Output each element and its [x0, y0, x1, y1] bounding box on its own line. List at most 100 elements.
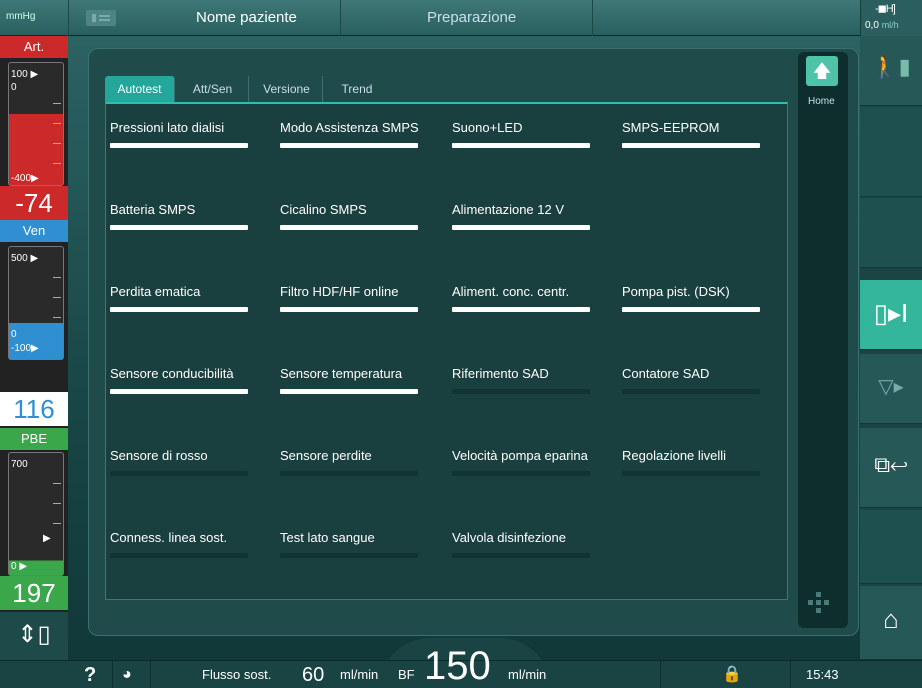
autotest-name: Riferimento SAD — [452, 366, 549, 381]
autotest-name: Cicalino SMPS — [280, 202, 367, 217]
up-arrow-icon[interactable]: 🡅 — [806, 56, 838, 86]
autotest-item: Suono+LED — [452, 120, 612, 148]
lock-icon[interactable]: 🔒 — [722, 661, 742, 688]
bloodline-icon: ▯▸I — [873, 298, 909, 328]
autotest-item: Filtro HDF/HF online — [280, 284, 440, 312]
rate-readout: 0,0 ml/h — [865, 20, 899, 31]
clock-time: 15:43 — [806, 667, 839, 682]
autotest-progress-bar — [452, 307, 590, 312]
autotest-list: Pressioni lato dialisi Modo Assistenza SM… — [105, 102, 788, 600]
tab-trend[interactable]: Trend — [325, 76, 389, 102]
tab-versione[interactable]: Versione — [251, 76, 323, 102]
autotest-item: Conness. linea sost. — [110, 530, 270, 558]
autotest-progress-bar — [452, 553, 590, 558]
autotest-name: Perdita ematica — [110, 284, 201, 299]
pbe-value: 197 — [0, 576, 68, 610]
rate-unit: ml/h — [881, 20, 899, 30]
autotest-progress-bar — [452, 471, 590, 476]
tab-autotest[interactable]: Autotest — [105, 76, 175, 102]
rate-value: 0,0 — [865, 20, 879, 31]
level-adjust-icon[interactable]: ⇕▯ — [0, 612, 68, 660]
pbe-gauge[interactable]: 700 ▶ 0 ▶ — [8, 452, 64, 576]
art-upper-limit: 100 — [11, 69, 28, 80]
autotest-item: SMPS-EEPROM — [622, 120, 782, 148]
empty-button-2[interactable] — [860, 198, 922, 268]
pressure-column: Art. 100 ▶ 0 -400▶ -74 Ven 500 ▶ 0 -100▶… — [0, 36, 68, 660]
autotest-name: Aliment. conc. centr. — [452, 284, 570, 299]
setup-button[interactable]: ▯▸I — [860, 280, 922, 350]
autotest-name: Modo Assistenza SMPS — [280, 120, 419, 135]
home-icon: ⌂ — [883, 604, 899, 634]
autotest-item: Pressioni lato dialisi — [110, 120, 270, 148]
autotest-item: Sensore di rosso — [110, 448, 270, 476]
autotest-item: Alimentazione 12 V — [452, 202, 612, 230]
autotest-name: Alimentazione 12 V — [452, 202, 565, 217]
right-button-column: 🚶▮ ▯▸I ▽▸ ⧉↩ ⌂ — [860, 36, 922, 660]
help-button[interactable]: ? — [84, 661, 96, 688]
bf-value[interactable]: 150 — [424, 643, 491, 688]
autotest-progress-bar — [280, 307, 418, 312]
filter-button[interactable]: ▽▸ — [860, 354, 922, 424]
home-label: Home — [808, 96, 835, 107]
autotest-item: Modo Assistenza SMPS — [280, 120, 440, 148]
grid-dots-icon[interactable] — [808, 592, 832, 616]
ven-value: 116 — [0, 392, 68, 426]
walking-person-button[interactable]: 🚶▮ — [860, 36, 922, 106]
pbe-upper-limit: 700 — [11, 459, 28, 470]
autotest-name: Pompa pist. (DSK) — [622, 284, 730, 299]
menu-icon[interactable] — [86, 10, 116, 26]
autotest-item: Aliment. conc. centr. — [452, 284, 612, 312]
autotest-progress-bar — [622, 389, 760, 394]
art-gauge[interactable]: 100 ▶ 0 -400▶ — [8, 62, 64, 186]
ven-label: Ven — [0, 220, 68, 242]
autotest-name: Sensore temperatura — [280, 366, 403, 381]
art-label: Art. — [0, 36, 68, 58]
home-button[interactable]: ⌂ — [860, 586, 922, 660]
autotest-item: Pompa pist. (DSK) — [622, 284, 782, 312]
autotest-name: Suono+LED — [452, 120, 523, 135]
empty-button-3[interactable] — [860, 510, 922, 584]
autotest-name: Pressioni lato dialisi — [110, 120, 225, 135]
pbe-zero: 0 — [11, 561, 17, 572]
autotest-item: Contatore SAD — [622, 366, 782, 394]
autotest-item: Sensore temperatura — [280, 366, 440, 394]
autotest-progress-bar — [280, 143, 418, 148]
autotest-progress-bar — [280, 225, 418, 230]
top-bar: mmHg Nome paziente Preparazione -◼H] 0,0… — [0, 0, 922, 36]
autotest-progress-bar — [452, 389, 590, 394]
patient-name[interactable]: Nome paziente — [196, 9, 297, 26]
network-button[interactable]: ⧉↩ — [860, 428, 922, 508]
autotest-name: Sensore perdite — [280, 448, 372, 463]
autotest-name: Velocità pompa eparina — [452, 448, 588, 463]
filter-icon: ▽▸ — [878, 376, 904, 398]
autotest-item: Regolazione livelli — [622, 448, 782, 476]
phase-label: Preparazione — [427, 9, 517, 26]
autotest-name: Regolazione livelli — [622, 448, 727, 463]
autotest-item: Cicalino SMPS — [280, 202, 440, 230]
art-zero: 0 — [11, 82, 17, 93]
autotest-name: Contatore SAD — [622, 366, 710, 381]
autotest-progress-bar — [622, 307, 760, 312]
battery-icon: -◼H] — [875, 3, 896, 15]
person-icon: 🚶▮ — [871, 54, 911, 79]
autotest-item: Sensore conducibilità — [110, 366, 270, 394]
autotest-item: Sensore perdite — [280, 448, 440, 476]
pbe-label: PBE — [0, 428, 68, 450]
autotest-progress-bar — [452, 225, 590, 230]
autotest-progress-bar — [110, 307, 248, 312]
autotest-progress-bar — [622, 143, 760, 148]
autotest-name: Test lato sangue — [280, 530, 375, 545]
ven-gauge[interactable]: 500 ▶ 0 -100▶ — [8, 246, 64, 360]
flow-unit: ml/min — [340, 667, 379, 682]
autotest-progress-bar — [280, 389, 418, 394]
autotest-progress-bar — [280, 471, 418, 476]
tab-att-sen[interactable]: Att/Sen — [177, 76, 249, 102]
autotest-name: SMPS-EEPROM — [622, 120, 720, 135]
flow-value[interactable]: 60 — [302, 661, 324, 688]
autotest-item: Riferimento SAD — [452, 366, 612, 394]
art-bottom-limit: -400 — [11, 173, 32, 184]
navigation-scroll-column[interactable] — [798, 52, 848, 628]
clock-icon[interactable]: ◕ — [122, 661, 132, 688]
autotest-progress-bar — [280, 553, 418, 558]
empty-button-1[interactable] — [860, 107, 922, 197]
